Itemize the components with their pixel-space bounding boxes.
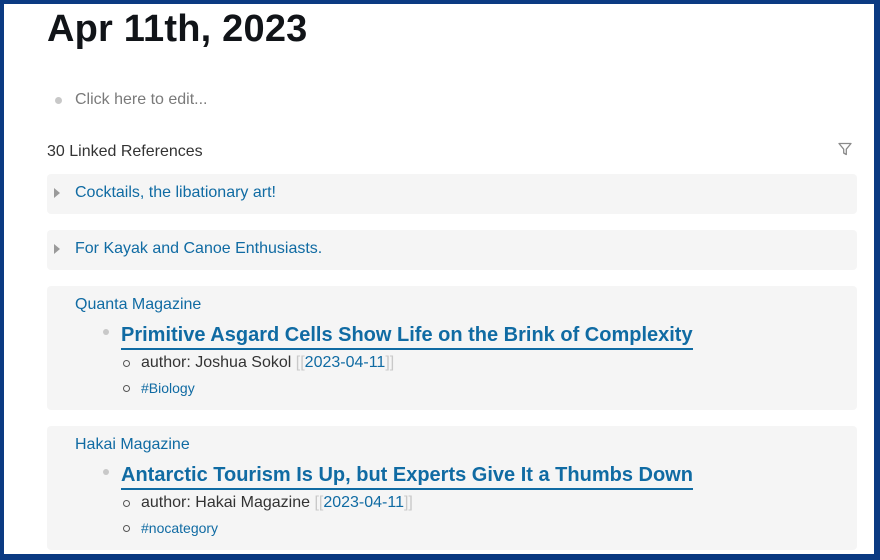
linked-ref-group: Quanta Magazine Primitive Asgard Cells S… [47,286,857,410]
linked-ref-group: Hakai Magazine Antarctic Tourism Is Up, … [47,426,857,550]
tag-block[interactable]: #nocategory [123,518,218,538]
close-bracket: ]] [403,494,413,511]
ref-page-link[interactable]: For Kayak and Canoe Enthusiasts. [75,240,322,258]
bullet-icon[interactable] [103,329,109,335]
click-to-edit-placeholder[interactable]: Click here to edit... [75,91,208,109]
linked-references-header: 30 Linked References [47,143,203,160]
linked-ref-group: Cocktails, the libationary art! [47,174,857,214]
caret-right-icon[interactable] [54,244,60,254]
open-bracket: [[ [295,354,305,371]
ref-page-link[interactable]: Cocktails, the libationary art! [75,184,276,202]
tag-link[interactable]: #Biology [141,378,195,398]
author-text: author: Joshua Sokol [141,354,292,371]
caret-right-icon[interactable] [54,188,60,198]
page-title[interactable]: Apr 11th, 2023 [47,8,308,51]
tag-block[interactable]: #Biology [123,378,195,398]
article-link[interactable]: Primitive Asgard Cells Show Life on the … [121,323,693,350]
author-block[interactable]: author: Hakai Magazine [[ 2023-04-11 ]] [123,493,413,513]
bullet-icon[interactable] [123,499,130,507]
bullet-icon[interactable] [123,384,130,392]
bullet-icon[interactable] [123,524,130,532]
open-bracket: [[ [314,494,324,511]
ref-page-link[interactable]: Hakai Magazine [75,436,190,454]
linked-ref-group: For Kayak and Canoe Enthusiasts. [47,230,857,270]
bullet-icon[interactable] [123,359,130,367]
tag-link[interactable]: #nocategory [141,518,218,538]
daily-note-page: Apr 11th, 2023 Click here to edit... 30 … [0,0,880,560]
article-link[interactable]: Antarctic Tourism Is Up, but Experts Giv… [121,463,693,490]
empty-block[interactable]: Click here to edit... [55,89,208,111]
author-text: author: Hakai Magazine [141,494,310,511]
bullet-icon[interactable] [55,96,62,104]
close-bracket: ]] [385,354,395,371]
filter-icon[interactable] [837,141,853,157]
date-link[interactable]: 2023-04-11 [305,353,386,373]
author-block[interactable]: author: Joshua Sokol [[ 2023-04-11 ]] [123,353,394,373]
bullet-icon[interactable] [103,469,109,475]
date-link[interactable]: 2023-04-11 [323,493,404,513]
ref-page-link[interactable]: Quanta Magazine [75,296,201,314]
